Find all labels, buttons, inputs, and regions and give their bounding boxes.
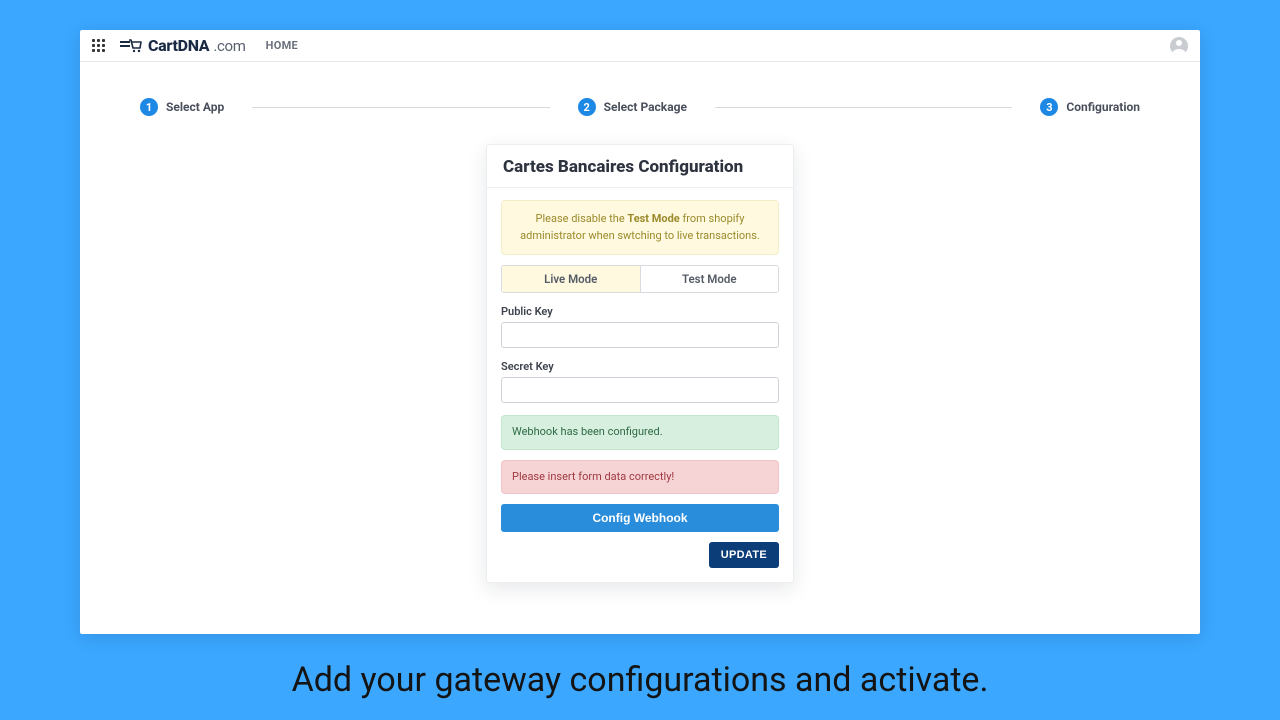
brand-name: CartDNA — [148, 36, 209, 55]
secret-key-input[interactable] — [501, 377, 779, 403]
cart-logo-icon — [120, 38, 142, 54]
app-window: CartDNA.com HOME 1 Select App 2 Select P… — [80, 30, 1200, 634]
step-label: Select Package — [604, 100, 687, 114]
warning-text-bold: Test Mode — [627, 212, 679, 225]
tab-test-mode[interactable]: Test Mode — [640, 266, 779, 292]
apps-grid-icon[interactable] — [92, 39, 106, 53]
update-button[interactable]: UPDATE — [709, 542, 779, 568]
page-caption: Add your gateway configurations and acti… — [0, 660, 1280, 700]
step-label: Select App — [166, 100, 224, 114]
mode-tabs: Live Mode Test Mode — [501, 265, 779, 293]
error-alert: Please insert form data correctly! — [501, 460, 779, 495]
secret-key-label: Secret Key — [501, 360, 779, 373]
step-number: 3 — [1040, 98, 1058, 116]
step-select-package[interactable]: 2 Select Package — [578, 98, 687, 116]
warning-text-pre: Please disable the — [536, 212, 628, 225]
warning-alert: Please disable the Test Mode from shopif… — [501, 200, 779, 255]
step-configuration[interactable]: 3 Configuration — [1040, 98, 1140, 116]
success-alert: Webhook has been configured. — [501, 415, 779, 450]
public-key-input[interactable] — [501, 322, 779, 348]
config-card: Cartes Bancaires Configuration Please di… — [486, 144, 794, 583]
brand-logo[interactable]: CartDNA.com — [120, 36, 246, 55]
stepper: 1 Select App 2 Select Package 3 Configur… — [80, 62, 1200, 126]
avatar-icon[interactable] — [1170, 37, 1188, 55]
step-select-app[interactable]: 1 Select App — [140, 98, 224, 116]
step-number: 1 — [140, 98, 158, 116]
card-title: Cartes Bancaires Configuration — [487, 145, 793, 188]
tab-live-mode[interactable]: Live Mode — [502, 266, 640, 292]
brand-suffix: .com — [213, 37, 245, 55]
config-webhook-button[interactable]: Config Webhook — [501, 504, 779, 532]
step-label: Configuration — [1066, 100, 1140, 114]
step-number: 2 — [578, 98, 596, 116]
topbar: CartDNA.com HOME — [80, 30, 1200, 62]
step-divider — [252, 107, 549, 108]
step-divider — [715, 107, 1012, 108]
nav-home[interactable]: HOME — [266, 39, 298, 52]
public-key-label: Public Key — [501, 305, 779, 318]
